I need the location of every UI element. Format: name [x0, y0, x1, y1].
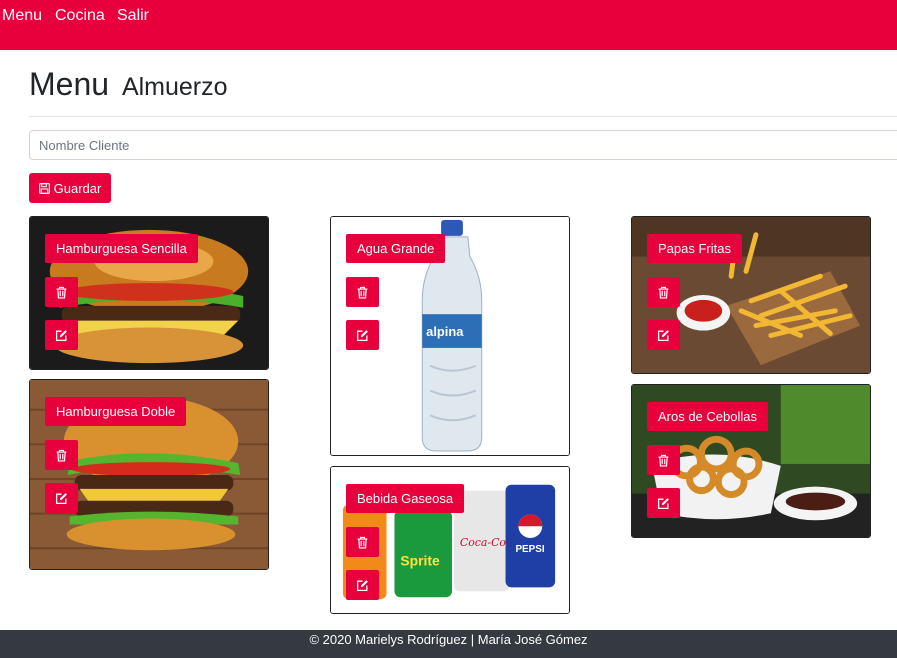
top-navbar: Menu Cocina Salir [0, 0, 897, 50]
svg-text:Sprite: Sprite [400, 553, 440, 569]
trash-icon [658, 286, 669, 299]
trash-icon [56, 449, 67, 462]
divider [29, 116, 897, 117]
edit-icon [356, 579, 368, 591]
client-name-input[interactable] [29, 130, 897, 160]
product-name: Aros de Cebollas [647, 402, 768, 431]
svg-text:alpina: alpina [426, 324, 464, 339]
product-card-hamburguesa-sencilla[interactable]: Hamburguesa Sencilla [29, 216, 269, 370]
product-name: Agua Grande [346, 234, 446, 263]
page-title-main: Menu [29, 66, 110, 102]
product-name: Bebida Gaseosa [346, 484, 465, 513]
save-button-label: Guardar [53, 180, 102, 196]
floppy-disk-icon [38, 182, 50, 194]
footer: © 2020 Marielys Rodríguez | María José G… [0, 630, 897, 658]
product-name: Hamburguesa Sencilla [45, 234, 198, 263]
trash-icon [56, 286, 67, 299]
product-name: Hamburguesa Doble [45, 397, 187, 426]
product-card-papas-fritas[interactable]: Papas Fritas [631, 216, 871, 374]
svg-text:PEPSI: PEPSI [515, 544, 544, 555]
delete-button[interactable] [346, 277, 379, 307]
trash-icon [357, 536, 368, 549]
edit-button[interactable] [647, 320, 680, 350]
nav-link-cocina[interactable]: Cocina [55, 7, 105, 25]
trash-icon [658, 454, 669, 467]
delete-button[interactable] [45, 440, 78, 470]
nav-link-salir[interactable]: Salir [117, 7, 149, 25]
page-subtitle: Almuerzo [121, 73, 228, 101]
product-name: Papas Fritas [647, 234, 742, 263]
edit-button[interactable] [45, 483, 78, 513]
edit-icon [55, 492, 67, 504]
edit-button[interactable] [346, 320, 379, 350]
edit-icon [657, 497, 669, 509]
edit-button[interactable] [45, 320, 78, 350]
edit-icon [657, 329, 669, 341]
edit-button[interactable] [647, 488, 680, 518]
product-card-hamburguesa-doble[interactable]: Hamburguesa Doble [29, 379, 269, 570]
delete-button[interactable] [647, 277, 680, 307]
edit-button[interactable] [346, 570, 379, 600]
page-title: Menu Almuerzo [29, 66, 228, 103]
save-button[interactable]: Guardar [29, 173, 111, 203]
delete-button[interactable] [45, 277, 78, 307]
delete-button[interactable] [346, 527, 379, 557]
edit-icon [55, 329, 67, 341]
edit-icon [356, 329, 368, 341]
product-card-aros-de-cebollas[interactable]: Aros de Cebollas [631, 384, 871, 538]
trash-icon [357, 286, 368, 299]
nav-link-menu[interactable]: Menu [2, 7, 42, 25]
delete-button[interactable] [647, 445, 680, 475]
product-card-bebida-gaseosa[interactable]: Sprite Coca-Cola PEPSI Bebida Gaseosa [330, 466, 570, 614]
footer-copyright: © 2020 Marielys Rodríguez | María José G… [309, 632, 588, 647]
product-card-agua-grande[interactable]: alpina Agua Grande [330, 216, 570, 456]
